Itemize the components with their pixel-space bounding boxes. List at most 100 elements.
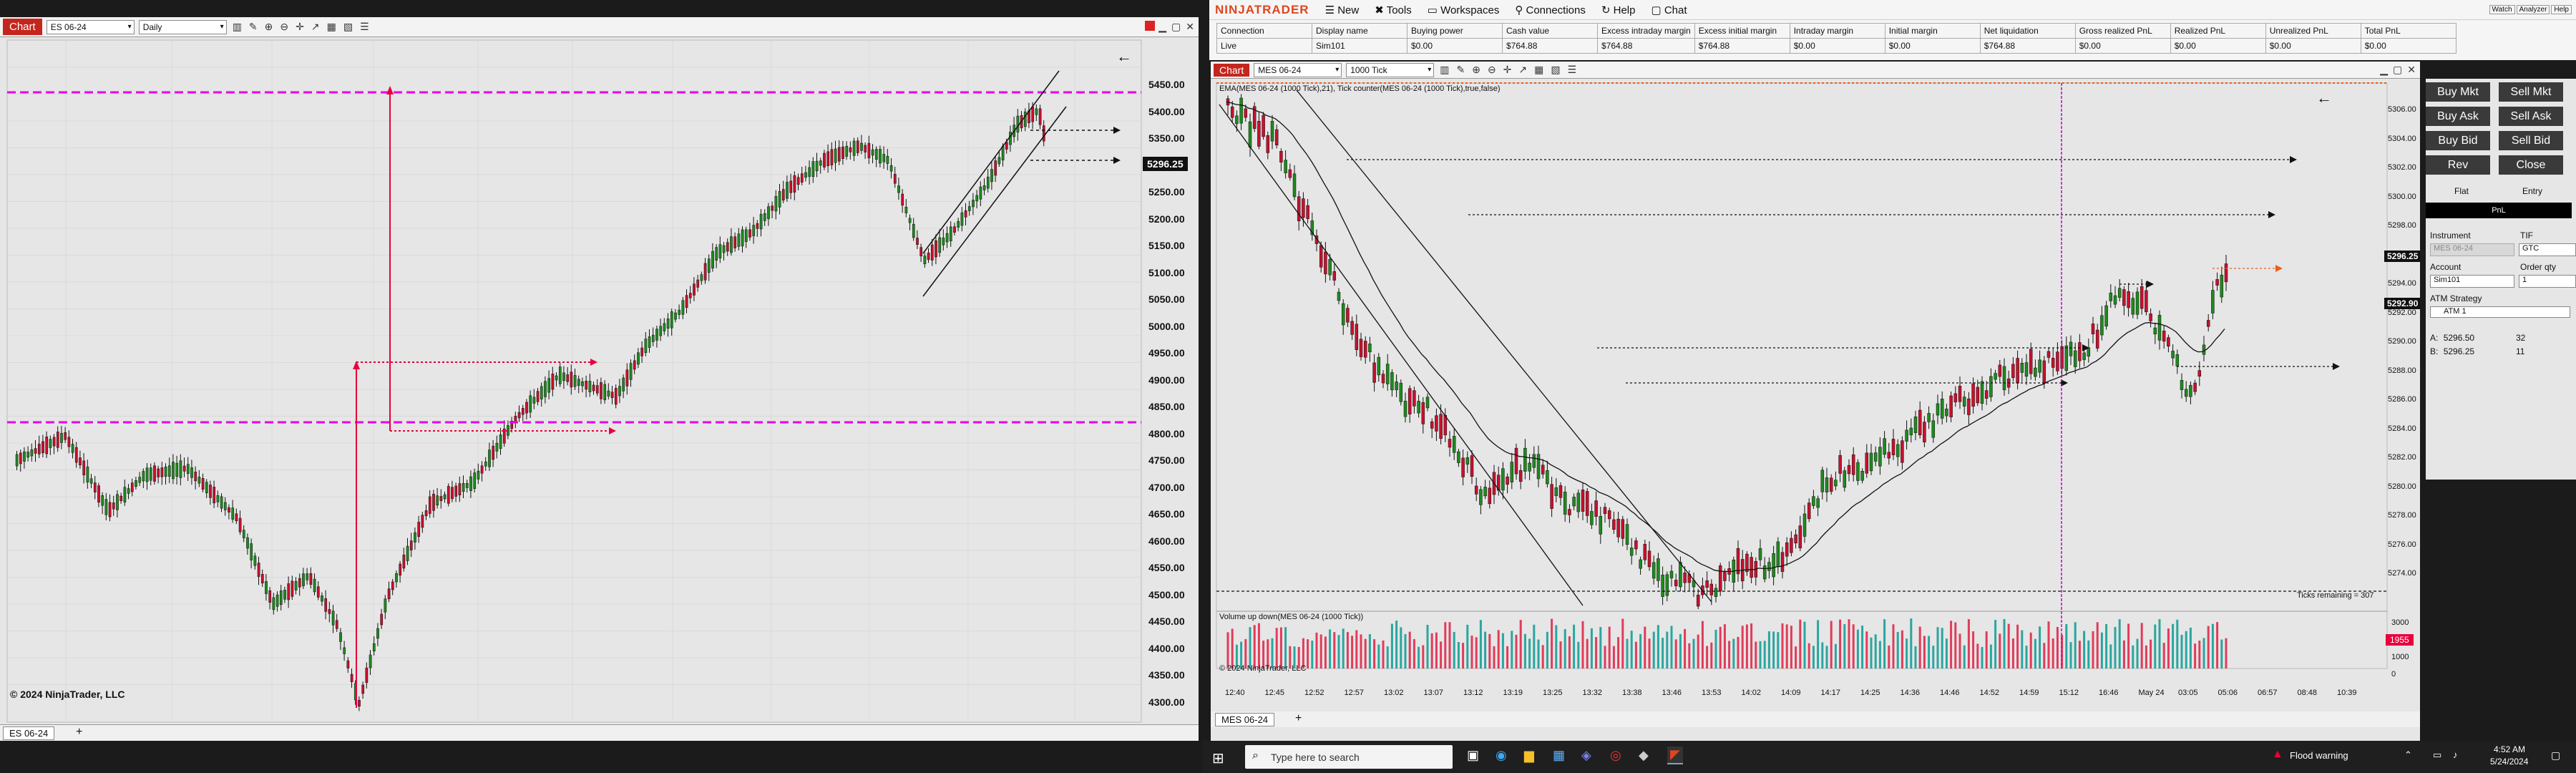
ninjatrader-taskbar-icon[interactable]: ◤ (1667, 747, 1683, 764)
volume-bar (1581, 621, 1584, 669)
accounts-header-cell[interactable]: Total PnL (2360, 23, 2457, 39)
left-price-chart[interactable] (0, 17, 1199, 741)
menu-workspaces[interactable]: ▭ Workspaces (1428, 4, 1500, 16)
store-icon[interactable]: ▦ (1553, 748, 1565, 763)
right-time-tick: 12:45 (1264, 689, 1285, 697)
accounts-header-cell[interactable]: Gross realized PnL (2074, 23, 2171, 39)
volume-bar (1470, 636, 1473, 669)
task-view-icon[interactable]: ▣ (1467, 748, 1479, 763)
volume-bar (2154, 624, 2157, 669)
edge-icon[interactable]: ◉ (1496, 748, 1507, 763)
right-back-arrow-icon[interactable]: ← (2316, 89, 2332, 107)
volume-bar (1382, 640, 1385, 669)
right-price-chart[interactable] (1211, 62, 2420, 741)
volume-bar (1967, 619, 1970, 669)
atm-select[interactable]: ATM 1 (2430, 306, 2570, 318)
left-price-tick: 5100.00 (1148, 266, 1185, 278)
network-icon[interactable]: ▭ (2433, 749, 2441, 761)
accounts-header-cell[interactable]: Net liquidation (1979, 23, 2076, 39)
accounts-header-cell[interactable]: Buying power (1407, 23, 1503, 39)
watch-button[interactable]: Watch (2489, 5, 2515, 14)
instrument-label: Instrument (2430, 230, 2471, 240)
left-candle (447, 483, 450, 507)
qty-stepper[interactable]: 1 (2519, 275, 2576, 288)
volume-icon[interactable]: ♪ (2453, 749, 2458, 760)
left-add-tab-button[interactable]: + (76, 726, 82, 739)
file-explorer-icon[interactable]: ▆ (1524, 748, 1534, 763)
analyzer-button[interactable]: Analyzer (2516, 5, 2550, 14)
menu-connections[interactable]: ⚲ Connections (1515, 4, 1586, 16)
close-button[interactable]: Close (2499, 155, 2563, 175)
tif-select[interactable]: GTC (2519, 243, 2576, 256)
right-time-tick: 03:05 (2178, 689, 2198, 697)
volume-bar (1595, 637, 1598, 669)
rev-button[interactable]: Rev (2426, 155, 2490, 175)
instrument-select[interactable]: MES 06-24 (2430, 243, 2514, 256)
right-time-tick: 13:46 (1662, 689, 1682, 697)
volume-bar (1914, 646, 1917, 669)
accounts-header-cell[interactable]: Realized PnL (2170, 23, 2266, 39)
sell-ask-button[interactable]: Sell Ask (2499, 107, 2563, 126)
teams-icon[interactable]: ◈ (1581, 748, 1591, 763)
buy-bid-button[interactable]: Buy Bid (2426, 131, 2490, 150)
accounts-header-cell[interactable]: Connection (1216, 23, 1312, 39)
accounts-header-cell[interactable]: Excess initial margin (1694, 23, 1790, 39)
left-price-tick: 4800.00 (1148, 427, 1185, 439)
buy-mkt-button[interactable]: Buy Mkt (2426, 82, 2490, 102)
right-bottom-tabbar: MES 06-24 + (1211, 711, 2420, 727)
accounts-cell: $764.88 (1597, 38, 1695, 54)
volume-bar (2003, 618, 2006, 669)
menu-help[interactable]: ↻ Help (1601, 4, 1636, 16)
volume-bar (1523, 633, 1526, 669)
volume-bar (1999, 633, 2001, 669)
volume-current-label: 1955 (2386, 634, 2414, 646)
volume-bar (1249, 627, 1252, 669)
volume-bar (1719, 626, 1722, 669)
menu-chat[interactable]: ▢ Chat (1651, 4, 1687, 16)
volume-bar (1497, 630, 1500, 669)
flood-warning-icon[interactable]: ▲ (2272, 748, 2283, 761)
sell-bid-button[interactable]: Sell Bid (2499, 131, 2563, 150)
right-add-tab-button[interactable]: + (1295, 712, 1302, 725)
menu-new[interactable]: ☰ New (1325, 4, 1360, 16)
right-price-tick: 5298.00 (2388, 221, 2416, 230)
volume-bar (1883, 619, 1886, 669)
sell-mkt-button[interactable]: Sell Mkt (2499, 82, 2563, 102)
right-bottom-tab[interactable]: MES 06-24 (1215, 713, 1275, 726)
accounts-header-cell[interactable]: Display name (1312, 23, 1407, 39)
right-price-tick: 5280.00 (2388, 482, 2416, 491)
notifications-icon[interactable]: ▢ (2551, 749, 2560, 762)
clock-date[interactable]: 5/24/2024 (2490, 757, 2528, 767)
flood-warning-text[interactable]: Flood warning (2290, 750, 2348, 761)
accounts-header-cell[interactable]: Initial margin (1884, 23, 1981, 39)
clock-time[interactable]: 4:52 AM (2494, 744, 2525, 754)
accounts-data-row[interactable]: Live Sim101 $0.00 $764.88 $764.88 $764.88 $0.0… (1216, 38, 2457, 54)
chrome-icon[interactable]: ◎ (1610, 748, 1621, 763)
taskbar-search[interactable]: ⌕ Type here to search (1245, 745, 1453, 769)
accounts-header-cell[interactable]: Cash value (1502, 23, 1598, 39)
accounts-header-cell[interactable]: Intraday margin (1789, 23, 1885, 39)
accounts-header-cell[interactable]: Unrealized PnL (2265, 23, 2361, 39)
volume-bar (1652, 631, 1655, 669)
system-tray-chevron-icon[interactable]: ⌃ (2404, 749, 2412, 761)
volume-bar (2100, 632, 2103, 669)
account-select[interactable]: Sim101 (2430, 275, 2514, 288)
volume-bar (1750, 623, 1753, 669)
windows-start-icon[interactable]: ⊞ (1212, 749, 1224, 767)
app-icon[interactable]: ◆ (1639, 748, 1649, 763)
accounts-header-cell[interactable]: Excess intraday margin (1597, 23, 1695, 39)
volume-bar (2158, 619, 2161, 669)
volume-bar (1981, 646, 1984, 669)
left-bottom-tab[interactable]: ES 06-24 (3, 726, 55, 740)
left-back-arrow-icon[interactable]: ← (1116, 47, 1132, 66)
volume-bar (1790, 626, 1792, 669)
help-button[interactable]: Help (2551, 5, 2572, 14)
left-price-tick: 5250.00 (1148, 186, 1185, 198)
volume-bar (1963, 645, 1966, 669)
volume-bar (2092, 631, 2094, 669)
menu-tools[interactable]: ✖ Tools (1375, 4, 1412, 16)
volume-bar (1307, 639, 1309, 669)
volume-bar (1684, 628, 1687, 669)
buy-ask-button[interactable]: Buy Ask (2426, 107, 2490, 126)
volume-bar (2051, 638, 2054, 669)
